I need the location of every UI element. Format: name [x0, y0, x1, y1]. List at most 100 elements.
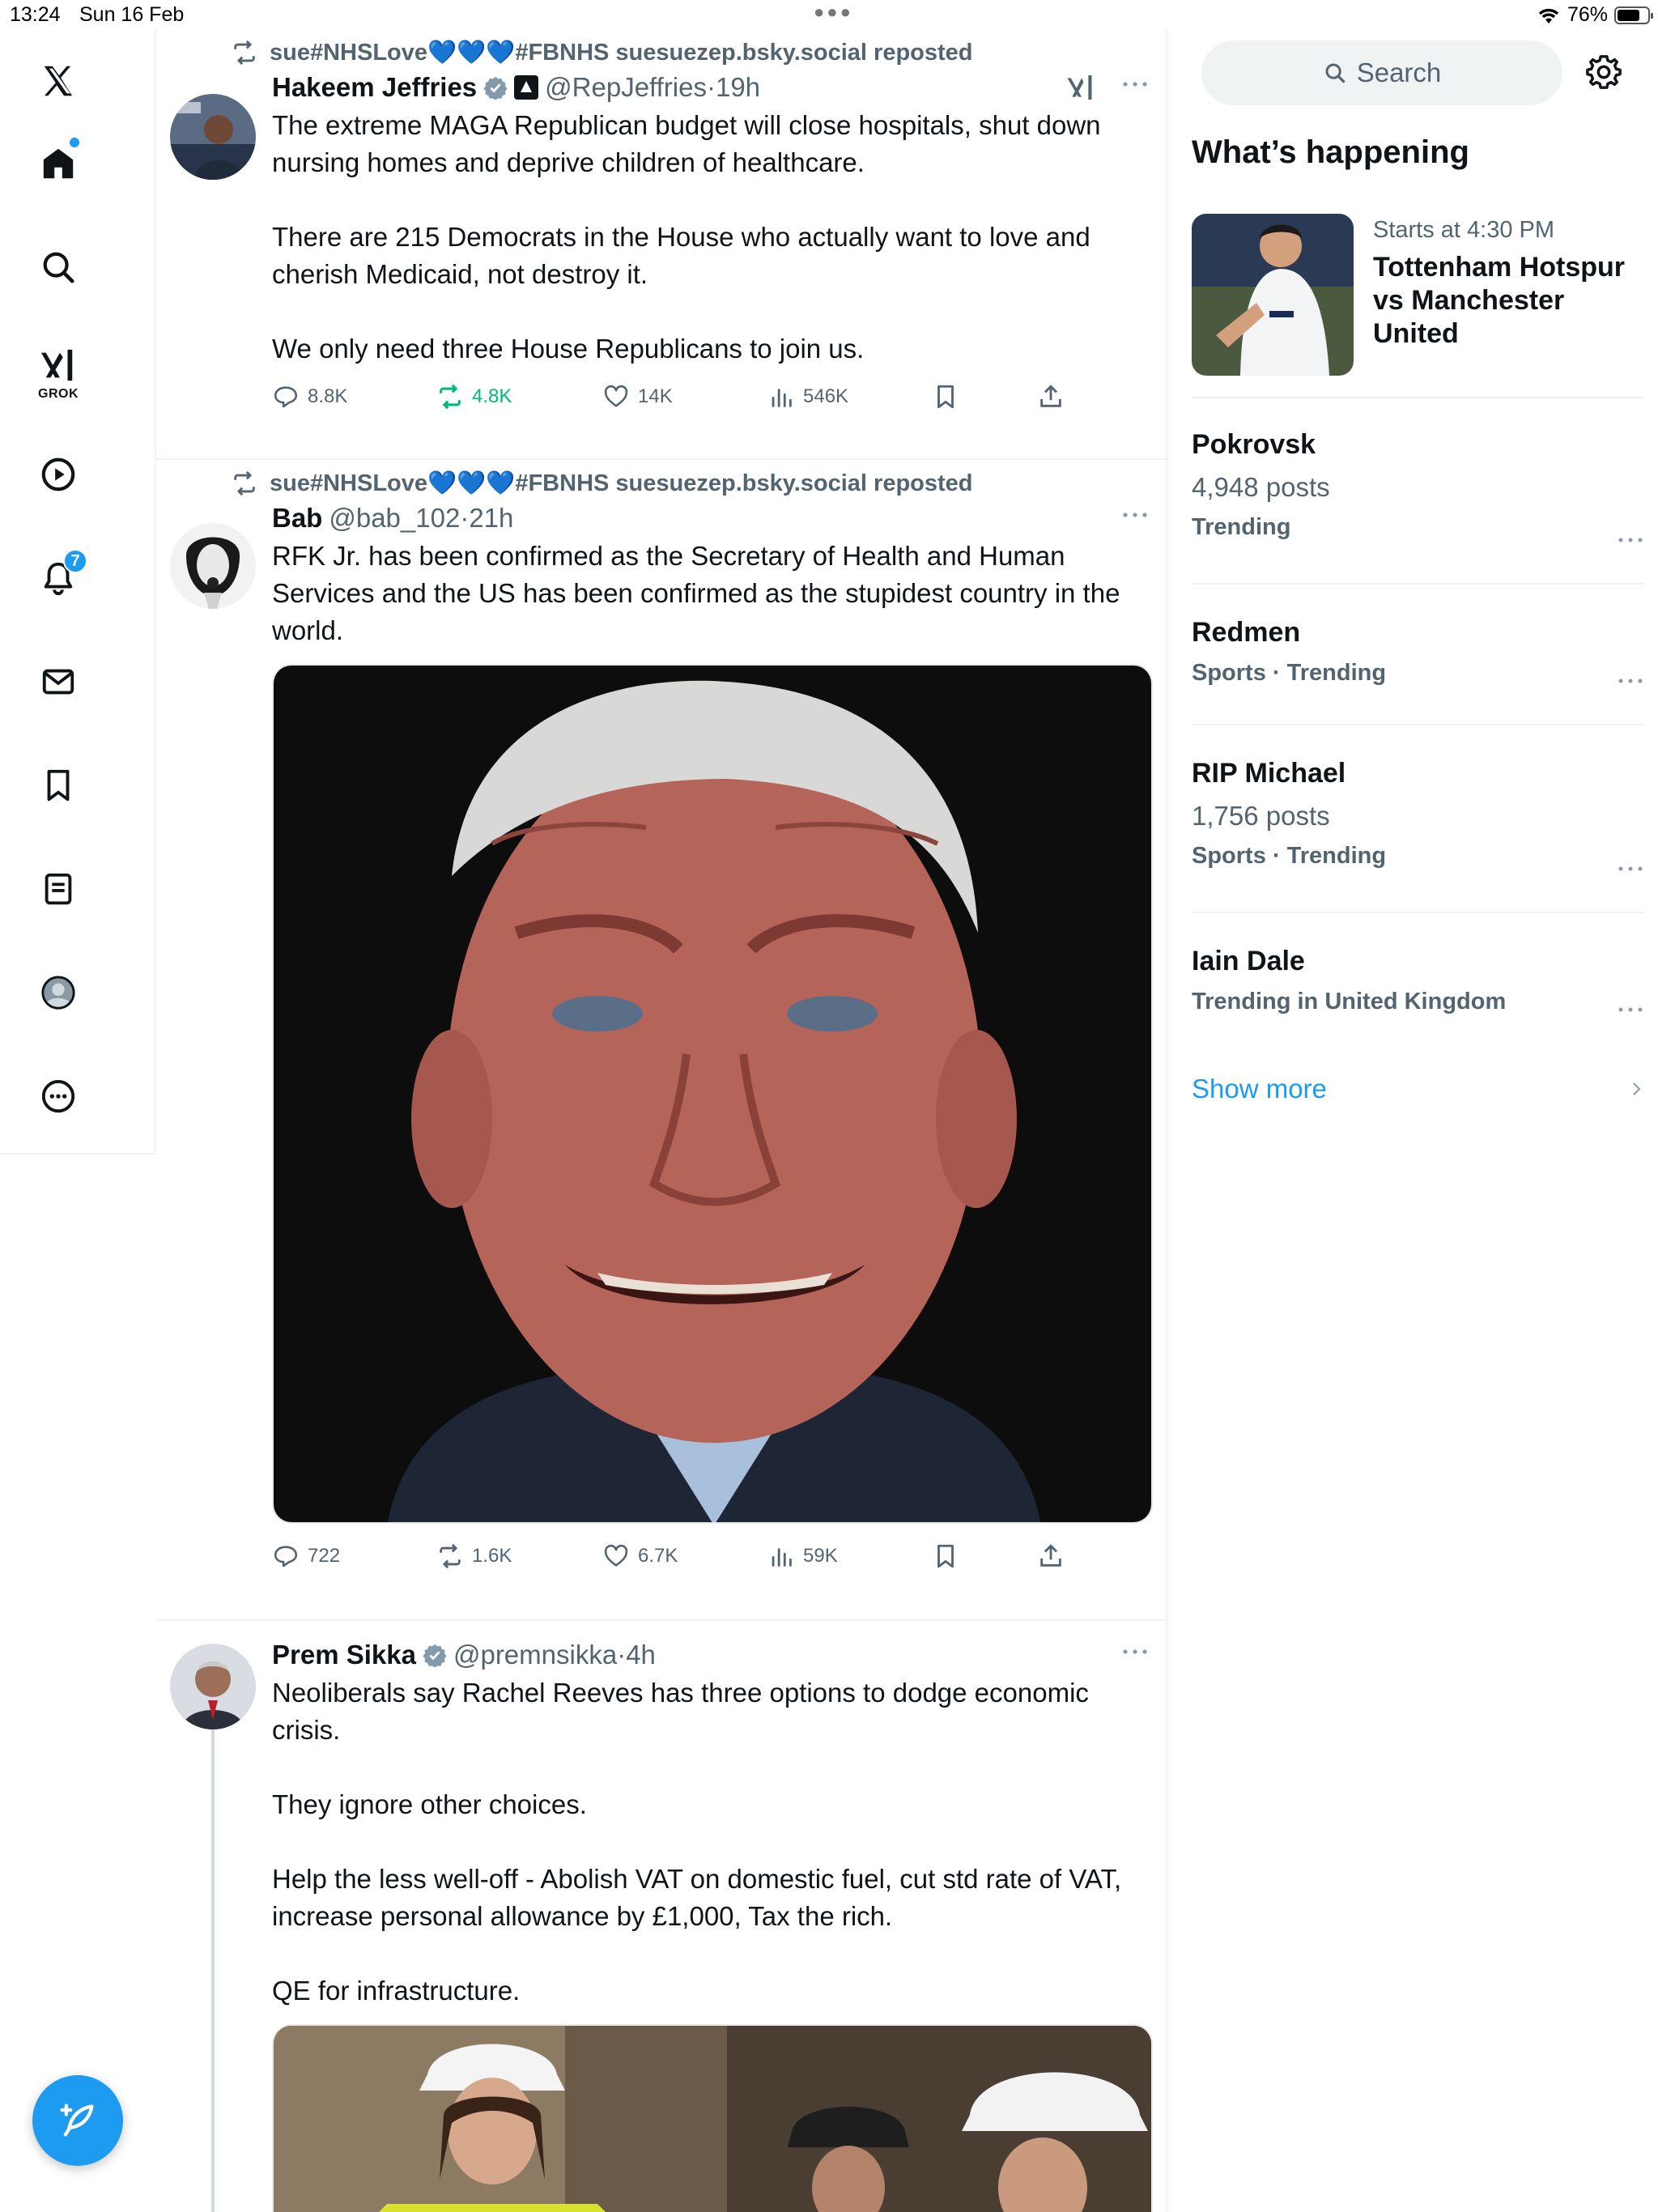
- post-image[interactable]: [272, 2024, 1153, 2212]
- post[interactable]: sue#NHSLove💙💙💙#FBNHS suesuezep.bsky.soci…: [156, 460, 1166, 1621]
- trend-more-icon[interactable]: [1616, 533, 1645, 547]
- lists-icon[interactable]: [18, 849, 99, 929]
- search-input[interactable]: Search: [1201, 40, 1562, 105]
- more-options-icon[interactable]: [1119, 1644, 1151, 1660]
- author-handle[interactable]: @RepJeffries: [545, 72, 707, 103]
- more-options-icon[interactable]: [1119, 507, 1151, 523]
- more-options-icon[interactable]: [18, 1056, 99, 1137]
- event-image: [1192, 214, 1354, 376]
- bookmarks-icon[interactable]: [18, 745, 99, 826]
- author-handle[interactable]: @bab_102: [329, 503, 460, 534]
- author-handle[interactable]: @premnsikka: [453, 1640, 617, 1670]
- trend-item[interactable]: Pokrovsk 4,948 posts Trending: [1192, 429, 1645, 542]
- post[interactable]: Prem Sikka @premnsikka · 4h Neoliberals …: [156, 1621, 1166, 2212]
- repost-indicator[interactable]: sue#NHSLove💙💙💙#FBNHS suesuezep.bsky.soci…: [156, 29, 1151, 70]
- event-title: Tottenham Hotspur vs Manchester United: [1373, 252, 1626, 349]
- multitasking-dots-icon[interactable]: ●●●: [814, 2, 853, 23]
- status-time: 13:24: [10, 3, 61, 26]
- author-name[interactable]: Prem Sikka: [272, 1640, 416, 1670]
- author-name[interactable]: Bab: [272, 503, 322, 534]
- grok-icon[interactable]: GROK: [18, 330, 99, 411]
- x-logo-icon[interactable]: [18, 40, 99, 121]
- messages-mail-icon[interactable]: [18, 641, 99, 722]
- chevron-right-icon[interactable]: [1627, 1077, 1647, 1101]
- post-actions: 722 1.6K 6.7K 59K: [272, 1527, 1151, 1585]
- share-icon: [1040, 385, 1061, 407]
- post-time[interactable]: 21h: [469, 503, 513, 534]
- trend-meta: Sports · Trending: [1192, 843, 1387, 869]
- repost-icon: [440, 384, 461, 410]
- post-text: The extreme MAGA Republican budget will …: [272, 110, 1101, 364]
- trend-name: RIP Michael: [1192, 758, 1346, 789]
- repost-by-text: sue#NHSLove💙💙💙#FBNHS suesuezep.bsky.soci…: [270, 40, 973, 66]
- trend-more-icon[interactable]: [1616, 861, 1645, 876]
- trend-meta: Trending in United Kingdom: [1192, 989, 1507, 1015]
- portrait-photo: [274, 666, 1151, 1522]
- reply-button[interactable]: 722: [272, 1542, 436, 1570]
- views-count: 59K: [803, 1545, 838, 1567]
- reply-button[interactable]: 8.8K: [272, 383, 436, 410]
- trend-name: Redmen: [1192, 617, 1301, 648]
- grok-explain-icon[interactable]: [1065, 71, 1098, 104]
- like-button[interactable]: 14K: [602, 383, 767, 410]
- explore-search-icon[interactable]: [18, 227, 99, 308]
- video-play-icon[interactable]: [18, 434, 99, 515]
- battery-percent: 76%: [1567, 3, 1608, 26]
- battery-fill: [1618, 9, 1640, 21]
- share-icon: [1040, 1544, 1061, 1567]
- side-nav: GROK 7: [0, 29, 156, 1155]
- views-button[interactable]: 59K: [767, 1542, 932, 1570]
- post-time[interactable]: 4h: [626, 1640, 656, 1670]
- show-more-link[interactable]: Show more: [1192, 1074, 1327, 1104]
- repost-count: 4.8K: [472, 385, 512, 407]
- like-count: 14K: [638, 385, 673, 407]
- repost-button[interactable]: 4.8K: [436, 383, 602, 410]
- post[interactable]: sue#NHSLove💙💙💙#FBNHS suesuezep.bsky.soci…: [156, 29, 1166, 460]
- trend-item[interactable]: RIP Michael 1,756 posts Sports · Trendin…: [1192, 758, 1645, 871]
- grok-label: GROK: [38, 387, 79, 401]
- like-count: 6.7K: [638, 1545, 678, 1567]
- views-button[interactable]: 546K: [767, 383, 932, 410]
- trend-name: Iain Dale: [1192, 946, 1305, 976]
- home-icon[interactable]: [18, 123, 99, 204]
- time-separator: ·: [617, 1640, 627, 1670]
- trend-post-count: 1,756 posts: [1192, 801, 1330, 831]
- share-button[interactable]: [1037, 383, 1065, 410]
- repost-icon: [234, 40, 255, 66]
- post-image[interactable]: [272, 664, 1153, 1524]
- battery-icon: [1614, 6, 1653, 24]
- post-header: Hakeem Jeffries @RepJeffries · 19h: [272, 70, 1151, 105]
- timeline-feed: sue#NHSLove💙💙💙#FBNHS suesuezep.bsky.soci…: [156, 29, 1167, 2212]
- status-right: 76%: [1537, 3, 1653, 27]
- share-button[interactable]: [1037, 1542, 1065, 1570]
- divider: [1192, 397, 1645, 398]
- post-actions: 8.8K 4.8K 14K 546K: [272, 368, 1151, 426]
- avatar[interactable]: [170, 94, 256, 180]
- trend-more-icon[interactable]: [1616, 674, 1645, 688]
- event-card[interactable]: Starts at 4:30 PM Tottenham Hotspur vs M…: [1192, 214, 1645, 376]
- trend-meta: Sports · Trending: [1192, 660, 1387, 686]
- trend-item[interactable]: Redmen Sports · Trending: [1192, 617, 1645, 687]
- repost-by-text: sue#NHSLove💙💙💙#FBNHS suesuezep.bsky.soci…: [270, 470, 973, 496]
- avatar[interactable]: [170, 1644, 256, 1729]
- bookmark-button[interactable]: [932, 1542, 1037, 1570]
- repost-button[interactable]: 1.6K: [436, 1542, 602, 1570]
- notifications-bell-icon[interactable]: 7: [18, 538, 99, 619]
- repost-indicator[interactable]: sue#NHSLove💙💙💙#FBNHS suesuezep.bsky.soci…: [156, 460, 1151, 500]
- trend-more-icon[interactable]: [1616, 1002, 1645, 1017]
- more-options-icon[interactable]: [1119, 76, 1151, 92]
- post-time[interactable]: 19h: [716, 72, 760, 103]
- heart-icon: [604, 1544, 628, 1567]
- wifi-icon: [1538, 8, 1559, 23]
- avatar[interactable]: [170, 523, 256, 609]
- settings-gear-icon[interactable]: [1585, 53, 1622, 91]
- profile-avatar-icon[interactable]: [18, 952, 99, 1033]
- government-affiliation-icon: [514, 75, 539, 100]
- author-name[interactable]: Hakeem Jeffries: [272, 72, 477, 103]
- compose-post-button[interactable]: [32, 2075, 123, 2166]
- like-button[interactable]: 6.7K: [602, 1542, 767, 1570]
- views-chart-icon: [772, 389, 792, 407]
- trend-item[interactable]: Iain Dale Trending in United Kingdom: [1192, 946, 1645, 1015]
- status-date: Sun 16 Feb: [79, 3, 185, 26]
- bookmark-button[interactable]: [932, 383, 1037, 410]
